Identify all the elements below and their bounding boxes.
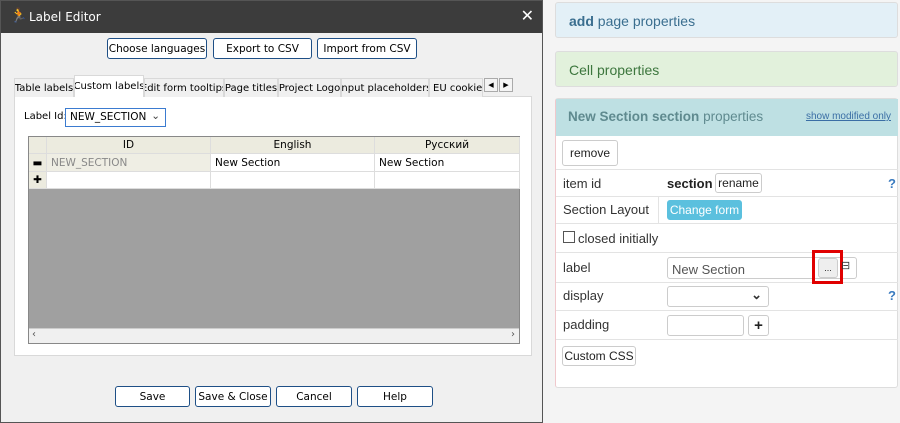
add-page-bold: add xyxy=(569,13,594,29)
closed-initially-label: closed initially xyxy=(578,231,659,246)
label-label: label xyxy=(563,260,591,275)
new-row-cell[interactable] xyxy=(47,172,211,189)
column-header-russian[interactable]: Русский xyxy=(375,137,520,154)
tab-scroll-right-icon[interactable]: ▶ xyxy=(499,78,513,92)
export-csv-button[interactable]: Export to CSV xyxy=(213,38,312,59)
tab-input-placeholders[interactable]: Input placeholders xyxy=(341,78,429,97)
custom-css-button[interactable]: Custom CSS xyxy=(562,346,636,366)
save-button[interactable]: Save xyxy=(115,386,190,407)
new-row-cell[interactable] xyxy=(375,172,520,189)
tab-page-titles[interactable]: Page titles xyxy=(224,78,278,97)
label-row: label New Section ... ⊟ xyxy=(556,250,898,284)
label-id-select[interactable]: NEW_SECTION ⌄ xyxy=(65,108,166,127)
help-icon[interactable]: ? xyxy=(888,176,896,191)
label-id-value: NEW_SECTION xyxy=(70,111,147,123)
grid-cell-english[interactable]: New Section xyxy=(211,154,375,172)
section-layout-label: Section Layout xyxy=(563,202,650,217)
column-header-english[interactable]: English xyxy=(211,137,375,154)
label-editor-dialog: 🏃 Label Editor ✕ Choose languages Export… xyxy=(0,0,543,423)
rename-button[interactable]: rename xyxy=(715,173,762,193)
dialog-title: Label Editor xyxy=(29,10,101,24)
tab-eu-cookie[interactable]: EU cookie b xyxy=(429,78,483,97)
labels-grid: ID English Русский ▬ NEW_SECTION New Sec… xyxy=(28,136,520,344)
tab-edit-form-tooltips[interactable]: Edit form tooltips xyxy=(144,78,224,97)
padding-row: padding + xyxy=(556,311,898,340)
show-modified-only-link[interactable]: show modified only xyxy=(806,111,891,122)
add-padding-icon[interactable]: + xyxy=(748,315,769,336)
tab-project-logo[interactable]: Project Logo xyxy=(278,78,341,97)
item-id-value: section xyxy=(667,176,713,191)
padding-input[interactable] xyxy=(667,315,744,336)
grid-corner xyxy=(29,137,47,154)
add-row-icon[interactable]: ✚ xyxy=(29,172,47,189)
section-layout-row: Section Layout Change form xyxy=(556,197,898,224)
display-label: display xyxy=(563,288,604,303)
grid-cell-id[interactable]: NEW_SECTION xyxy=(47,154,211,172)
choose-languages-button[interactable]: Choose languages xyxy=(107,38,207,59)
scroll-left-icon[interactable]: ‹ xyxy=(32,329,36,340)
item-id-label: item id xyxy=(563,176,602,191)
highlight-box xyxy=(812,250,843,284)
new-row-cell[interactable] xyxy=(211,172,375,189)
tab-table-labels[interactable]: Table labels xyxy=(14,78,74,97)
help-button[interactable]: Help xyxy=(357,386,433,407)
remove-row: remove xyxy=(556,136,898,170)
display-row: display ⌄ ? xyxy=(556,283,898,311)
dialog-titlebar: 🏃 Label Editor ✕ xyxy=(1,1,542,33)
column-header-id[interactable]: ID xyxy=(47,137,211,154)
help-icon[interactable]: ? xyxy=(888,288,896,303)
item-id-row: item id section rename ? xyxy=(556,170,898,197)
cancel-button[interactable]: Cancel xyxy=(276,386,352,407)
remove-row-icon[interactable]: ▬ xyxy=(29,154,47,172)
add-page-rest: page properties xyxy=(597,13,696,29)
add-page-properties-header[interactable]: add page properties xyxy=(555,2,898,38)
save-close-button[interactable]: Save & Close xyxy=(195,386,271,407)
label-input-value: New Section xyxy=(672,262,745,277)
cell-properties-header[interactable]: Cell properties xyxy=(555,51,898,87)
grid-cell-russian[interactable]: New Section xyxy=(375,154,520,172)
padding-label: padding xyxy=(563,317,610,332)
scroll-right-icon[interactable]: › xyxy=(511,329,515,340)
display-select[interactable]: ⌄ xyxy=(667,286,769,307)
section-properties-header: New Section section properties show modi… xyxy=(556,99,898,136)
tab-scroll-left-icon[interactable]: ◀ xyxy=(484,78,498,92)
app-runner-icon: 🏃 xyxy=(10,8,28,24)
import-csv-button[interactable]: Import from CSV xyxy=(317,38,417,59)
section-title-bold: New Section section xyxy=(568,109,700,124)
section-title-rest: properties xyxy=(703,109,764,124)
change-form-button[interactable]: Change form xyxy=(667,200,742,220)
closed-initially-checkbox[interactable] xyxy=(563,231,575,243)
label-id-label: Label Id: xyxy=(24,111,67,122)
chevron-down-icon: ⌄ xyxy=(151,110,160,122)
chevron-down-icon: ⌄ xyxy=(751,287,762,302)
remove-button[interactable]: remove xyxy=(562,140,618,166)
tab-custom-labels[interactable]: Custom labels xyxy=(74,75,144,97)
closed-initially-row: closed initially xyxy=(556,224,898,253)
multiline-icon[interactable]: ⊟ xyxy=(841,259,850,272)
close-icon[interactable]: ✕ xyxy=(521,6,534,25)
horizontal-scrollbar[interactable]: ‹ › xyxy=(29,328,519,343)
